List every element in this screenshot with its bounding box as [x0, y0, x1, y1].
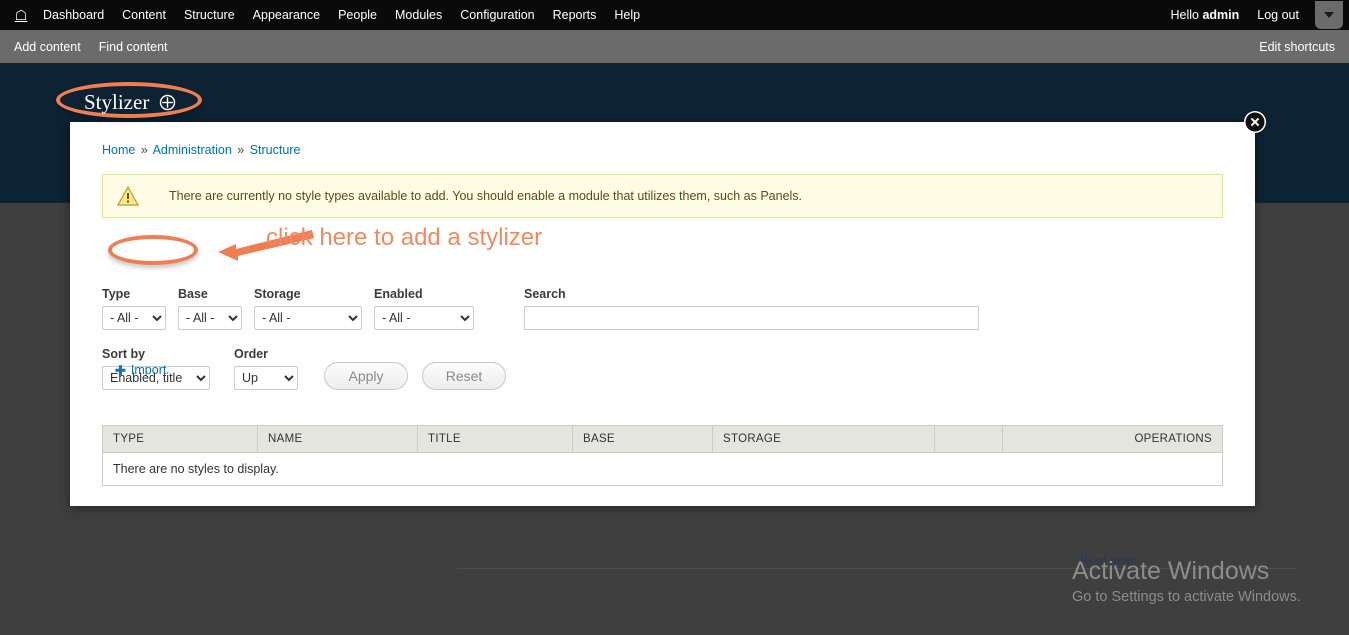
toolbar-item-help[interactable]: Help [605, 0, 649, 30]
filter-field-order: Order Up [234, 347, 298, 390]
table-col-spacer [934, 425, 1003, 453]
filter-label-search: Search [524, 287, 566, 301]
import-link[interactable]: ✚ Import [115, 363, 166, 377]
toolbar-menu: ☖ Dashboard Content Structure Appearance… [0, 0, 649, 30]
home-icon[interactable]: ☖ [8, 0, 34, 30]
toolbar-item-modules[interactable]: Modules [386, 0, 451, 30]
toolbar-item-reports[interactable]: Reports [544, 0, 606, 30]
reset-button[interactable]: Reset [422, 362, 506, 390]
filter-field-base: Base - All - [178, 287, 242, 330]
username: admin [1202, 8, 1240, 22]
warning-text: There are currently no style types avail… [169, 189, 803, 203]
breadcrumb-item-administration[interactable]: Administration [153, 143, 232, 157]
toolbar-user-area: Hello admin Log out [1167, 0, 1349, 30]
filter-label-enabled: Enabled [374, 287, 423, 301]
filter-label-storage: Storage [254, 287, 301, 301]
search-input[interactable] [524, 306, 979, 330]
filter-label-type: Type [102, 287, 131, 301]
filter-row-sort: Sort by Enabled, title Order Up Apply Re… [102, 347, 991, 390]
toolbar-item-content[interactable]: Content [113, 0, 175, 30]
filter-select-type[interactable]: - All - [102, 306, 166, 330]
filter-field-type: Type - All - [102, 287, 166, 330]
filter-select-base[interactable]: - All - [178, 306, 242, 330]
table-col-type[interactable]: Type [102, 425, 258, 453]
table-empty-message: There are no styles to display. [102, 452, 1223, 486]
filter-form: Type - All - Base - All - Storage - All … [102, 287, 991, 390]
table-col-title[interactable]: Title [417, 425, 573, 453]
apply-button[interactable]: Apply [324, 362, 408, 390]
toolbar-item-configuration[interactable]: Configuration [451, 0, 543, 30]
filter-label-base: Base [178, 287, 208, 301]
filter-select-storage[interactable]: - All - [254, 306, 362, 330]
greeting-prefix: Hello [1170, 8, 1203, 22]
table-col-operations: Operations [1002, 425, 1223, 453]
toolbar-item-people[interactable]: People [329, 0, 386, 30]
stylizer-modal: Home » Administration » Structure There … [70, 111, 1266, 506]
chevron-down-icon [1324, 12, 1334, 18]
read-more-link[interactable]: Read more [1080, 552, 1137, 568]
filter-select-enabled[interactable]: - All - [374, 306, 474, 330]
styles-table: Type Name Title Base Storage Operations … [102, 425, 1223, 486]
content-divider [457, 568, 1297, 569]
toolbar-item-structure[interactable]: Structure [175, 0, 244, 30]
edit-shortcuts-link[interactable]: Edit shortcuts [1259, 30, 1335, 63]
toolbar-drawer-toggle[interactable] [1315, 1, 1343, 29]
admin-toolbar: ☖ Dashboard Content Structure Appearance… [0, 0, 1349, 30]
breadcrumb: Home » Administration » Structure [102, 143, 300, 157]
filter-field-search: Search [524, 287, 979, 330]
toolbar-item-appearance[interactable]: Appearance [244, 0, 329, 30]
styles-table-head: Type Name Title Base Storage Operations [102, 425, 1223, 453]
toolbar-logout-link[interactable]: Log out [1243, 8, 1309, 22]
import-label: Import [130, 363, 167, 377]
styles-table-body: There are no styles to display. [102, 452, 1223, 486]
shortcut-find-content[interactable]: Find content [99, 40, 180, 54]
table-row: There are no styles to display. [102, 452, 1223, 486]
filter-label-order: Order [234, 347, 269, 361]
toolbar-item-dashboard[interactable]: Dashboard [34, 0, 113, 30]
close-icon[interactable] [1243, 110, 1267, 134]
warning-triangle-icon [117, 186, 139, 206]
table-col-storage[interactable]: Storage [712, 425, 935, 453]
breadcrumb-item-home[interactable]: Home [102, 143, 135, 157]
shortcut-bar: Add content Find content Edit shortcuts [0, 30, 1349, 63]
table-col-name[interactable]: Name [257, 425, 418, 453]
stylizer-title-group: Stylizer [84, 90, 176, 115]
filter-label-sortby: Sort by [102, 347, 146, 361]
plus-icon: ✚ [115, 362, 126, 378]
page-title: Stylizer [84, 90, 150, 114]
table-header-row: Type Name Title Base Storage Operations [102, 425, 1223, 453]
filter-row-primary: Type - All - Base - All - Storage - All … [102, 287, 991, 330]
breadcrumb-separator-1: » [140, 143, 148, 157]
shortcut-add-content[interactable]: Add content [14, 40, 93, 54]
target-plus-icon[interactable] [159, 94, 176, 111]
filter-select-order[interactable]: Up [234, 366, 298, 390]
breadcrumb-separator-2: » [237, 143, 245, 157]
table-col-base[interactable]: Base [572, 425, 713, 453]
filter-field-enabled: Enabled - All - [374, 287, 474, 330]
breadcrumb-item-structure[interactable]: Structure [250, 143, 301, 157]
warning-message: There are currently no style types avail… [102, 174, 1223, 218]
filter-field-storage: Storage - All - [254, 287, 362, 330]
greeting: Hello admin [1167, 8, 1244, 22]
screen-root: ☖ Dashboard Content Structure Appearance… [0, 0, 1349, 635]
